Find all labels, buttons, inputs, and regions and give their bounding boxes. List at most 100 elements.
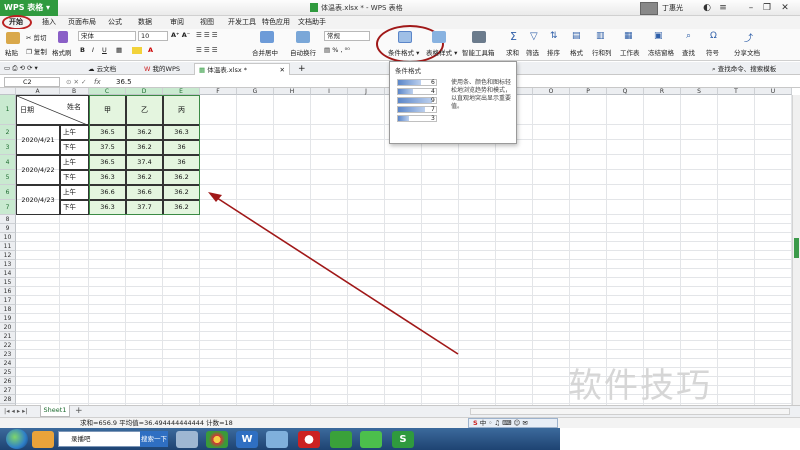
tab-review[interactable]: 审阅: [170, 16, 184, 29]
user-name[interactable]: 丁惠光: [662, 0, 683, 16]
align-left-icons[interactable]: ☰ ☰ ☰: [196, 46, 218, 54]
wps-spreadsheet-taskbar-icon[interactable]: S: [392, 431, 414, 448]
freeze-button[interactable]: 冻结窗格: [648, 47, 674, 57]
browser-taskbar-icon[interactable]: [330, 431, 352, 448]
symbol-icon[interactable]: Ω: [710, 31, 717, 41]
new-tab-icon[interactable]: +: [294, 63, 310, 75]
smart-toolbox-button[interactable]: 智能工具箱: [462, 47, 495, 57]
name-box[interactable]: C2: [4, 77, 60, 87]
close-icon[interactable]: ✕: [778, 2, 792, 14]
spreadsheet-file-icon: [310, 3, 318, 12]
copy-button[interactable]: ❐ 复制: [26, 46, 47, 56]
sort-icon[interactable]: ⇅: [550, 31, 558, 41]
explorer-taskbar-icon[interactable]: [32, 431, 54, 448]
tab-view[interactable]: 视图: [200, 16, 214, 29]
border-icon[interactable]: ▦: [116, 46, 122, 54]
wrap-text-button[interactable]: 自动换行: [290, 47, 316, 57]
tab-insert[interactable]: 插入: [42, 16, 56, 29]
app-taskbar-icon[interactable]: [266, 431, 288, 448]
tool-taskbar-icon[interactable]: [176, 431, 198, 448]
tab-page-layout[interactable]: 页面布局: [68, 16, 96, 29]
record-taskbar-icon[interactable]: [298, 431, 320, 448]
paste-button[interactable]: 粘贴: [5, 47, 18, 57]
sum-icon[interactable]: Σ: [510, 30, 517, 43]
close-tab-icon[interactable]: ✕: [280, 64, 285, 76]
horizontal-scrollbar[interactable]: [470, 408, 790, 415]
tab-cloud-docs[interactable]: ☁ 云文档: [84, 63, 120, 75]
start-button[interactable]: [6, 429, 28, 449]
scroll-thumb[interactable]: [794, 238, 799, 258]
data-bar-fill: [398, 89, 414, 94]
fill-color-icon[interactable]: [132, 47, 142, 54]
data-bar-fill: [398, 80, 421, 85]
font-size-select[interactable]: 10: [138, 31, 168, 41]
tab-doc-assistant[interactable]: 文档助手: [298, 16, 326, 29]
skin-icon[interactable]: ◐: [700, 2, 714, 14]
number-format-select[interactable]: 常规: [324, 31, 370, 41]
data-bar-value: 9: [431, 97, 435, 104]
formula-input[interactable]: 36.5: [116, 76, 132, 88]
wechat-taskbar-icon[interactable]: [360, 431, 382, 448]
align-top-icons[interactable]: ☰ ☰ ☰: [196, 31, 218, 39]
status-summary: 求和=656.9 平均值=36.494444444444 计数=18: [80, 419, 233, 427]
number-format-icons[interactable]: ▤ % ‚ ⁰⁰: [324, 46, 350, 54]
rows-cols-button[interactable]: 行和列: [592, 47, 612, 57]
share-button[interactable]: 分享文档: [734, 47, 760, 57]
toolbox-icon[interactable]: [472, 31, 486, 43]
share-icon[interactable]: ⤴: [744, 31, 753, 44]
status-bar: 求和=656.9 平均值=36.494444444444 计数=18: [0, 417, 800, 428]
search-command[interactable]: ⌕ 查找命令、搜索模板: [708, 63, 780, 75]
merge-center-button[interactable]: 合并居中: [252, 47, 278, 57]
sheet-tab-sheet1[interactable]: Sheet1: [40, 405, 70, 417]
worksheet-icon[interactable]: ▦: [624, 31, 633, 41]
sum-button[interactable]: 求和: [506, 47, 519, 57]
brush-icon[interactable]: [58, 31, 68, 43]
italic-icon[interactable]: I: [92, 46, 94, 54]
app-menu-button[interactable]: WPS 表格 ▾: [0, 0, 58, 16]
filter-button[interactable]: 筛选: [526, 47, 539, 57]
sheet-nav-arrows[interactable]: |◂ ◂ ▸ ▸|: [4, 405, 28, 417]
chrome-taskbar-icon[interactable]: [206, 431, 228, 448]
formula-buttons[interactable]: ⊙ ✕ ✓: [66, 76, 86, 88]
copy-icon: ❐: [26, 48, 32, 56]
format-button[interactable]: 格式: [570, 47, 583, 57]
bold-icon[interactable]: B: [80, 46, 85, 54]
merge-center-icon[interactable]: [260, 31, 274, 43]
table-style-icon[interactable]: [432, 31, 446, 43]
tab-data[interactable]: 数据: [138, 16, 152, 29]
restore-icon[interactable]: ❐: [760, 2, 774, 14]
tab-my-wps[interactable]: W 我的WPS: [140, 63, 184, 75]
wps-writer-taskbar-icon[interactable]: W: [236, 431, 258, 448]
grow-font-icon[interactable]: A⁺ A⁻: [171, 31, 190, 39]
cut-button[interactable]: ✂ 剪切: [26, 32, 47, 42]
freeze-icon[interactable]: ▣: [654, 31, 663, 41]
worksheet-button[interactable]: 工作表: [620, 47, 640, 57]
fx-icon[interactable]: fx: [94, 76, 101, 88]
wrap-text-icon[interactable]: [296, 31, 310, 43]
format-icon[interactable]: ▤: [572, 31, 581, 41]
underline-icon[interactable]: U: [102, 46, 107, 54]
sort-button[interactable]: 排序: [547, 47, 560, 57]
tab-current-document[interactable]: ▦ 体温表.xlsx * ✕: [194, 63, 290, 75]
minimize-icon[interactable]: –: [744, 2, 758, 14]
data-bar-value: 3: [431, 115, 435, 122]
table-style-button[interactable]: 表格样式 ▾: [426, 47, 457, 57]
find-button[interactable]: 查找: [682, 47, 695, 57]
tab-developer[interactable]: 开发工具: [228, 16, 256, 29]
tab-features[interactable]: 特色应用: [262, 16, 290, 29]
find-icon[interactable]: ⌕: [686, 31, 691, 41]
symbol-button[interactable]: 符号: [706, 47, 719, 57]
font-color-icon[interactable]: A: [148, 46, 153, 54]
filter-icon[interactable]: ▽: [530, 31, 538, 42]
menu-icon[interactable]: ≡: [716, 2, 730, 14]
rows-cols-icon[interactable]: ▥: [596, 31, 605, 41]
add-sheet-icon[interactable]: +: [75, 405, 83, 417]
paste-icon[interactable]: [6, 32, 20, 44]
taskbar-search-button[interactable]: 搜索一下: [140, 431, 168, 447]
tab-formula[interactable]: 公式: [108, 16, 122, 29]
ime-toolbar[interactable]: S 中 ◦ ♫ ⌨ ☺ ✉: [468, 418, 558, 428]
quick-access-icons[interactable]: ▭ ⎙ ⟲ ⟳ ▾: [4, 64, 38, 73]
format-painter-button[interactable]: 格式刷: [52, 47, 72, 57]
font-name-select[interactable]: 宋体: [78, 31, 136, 41]
avatar[interactable]: [640, 2, 658, 15]
